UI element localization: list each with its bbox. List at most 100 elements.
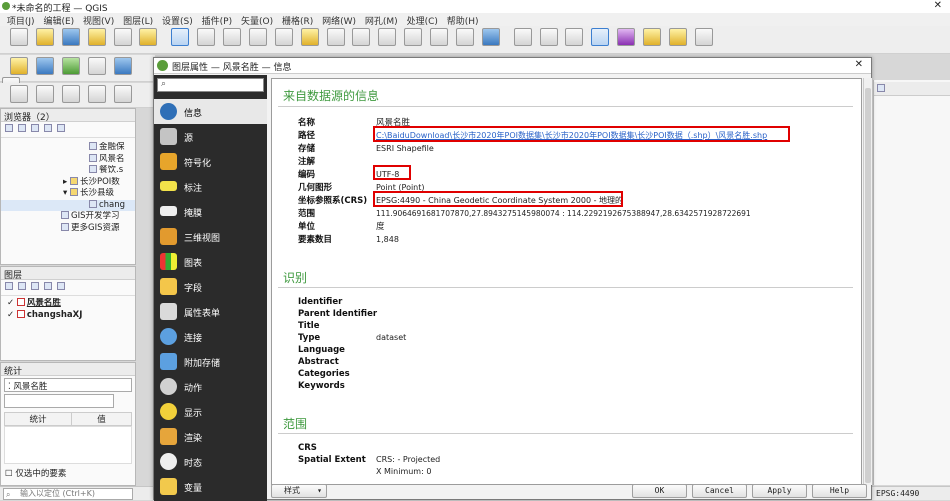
menu-settings[interactable]: 设置(S) <box>162 13 199 27</box>
add-raster-icon[interactable] <box>61 57 80 75</box>
data-source-manager-icon[interactable] <box>10 57 28 75</box>
dialog-close-button[interactable]: ✕ <box>855 59 863 70</box>
temporal-controller-icon[interactable] <box>455 28 474 46</box>
refresh-icon[interactable] <box>5 124 13 132</box>
save-project-icon[interactable] <box>61 28 80 46</box>
nav-information[interactable]: 信息 <box>154 99 267 124</box>
add-selected-layers-icon[interactable] <box>17 124 26 132</box>
measure-icon[interactable] <box>643 28 661 46</box>
add-delimited-icon[interactable] <box>87 57 106 75</box>
measure-icon[interactable] <box>877 84 885 92</box>
map-canvas[interactable] <box>873 80 950 485</box>
apply-button[interactable]: Apply <box>752 484 807 498</box>
nav-auxiliary-storage[interactable]: 附加存储 <box>154 349 267 374</box>
menu-view[interactable]: 视图(V) <box>83 13 120 27</box>
list-item[interactable]: ▸ 长沙POI数 <box>1 176 135 189</box>
open-project-icon[interactable] <box>35 28 54 46</box>
content-scrollbar[interactable] <box>863 78 872 485</box>
add-spatialite-icon[interactable] <box>113 57 132 75</box>
zoom-native-icon[interactable] <box>352 28 371 46</box>
menu-edit[interactable]: 编辑(E) <box>43 13 80 27</box>
pan-to-selection-icon[interactable] <box>197 28 216 46</box>
field-calculator-icon[interactable] <box>565 28 584 46</box>
info-icon[interactable] <box>56 124 65 132</box>
nav-display[interactable]: 显示 <box>154 399 267 424</box>
text-annotation-icon[interactable] <box>694 28 713 46</box>
layout-manager-icon[interactable] <box>139 28 158 46</box>
nav-variables[interactable]: 变量 <box>154 474 267 499</box>
zoom-in-icon[interactable] <box>223 28 241 46</box>
nav-attributes-form[interactable]: 属性表单 <box>154 299 267 324</box>
layer-item[interactable]: ✓ changshaXJ <box>7 309 135 322</box>
nav-fields[interactable]: 字段 <box>154 274 267 299</box>
processing-toolbox-icon[interactable] <box>591 28 610 46</box>
add-vector-icon[interactable] <box>35 57 54 75</box>
list-item[interactable]: chang <box>1 199 135 211</box>
menu-help[interactable]: 帮助(H) <box>447 13 485 27</box>
collapse-all-icon[interactable] <box>43 124 52 132</box>
refresh-icon[interactable] <box>481 28 500 46</box>
ok-button[interactable]: OK <box>632 484 687 498</box>
save-as-icon[interactable] <box>87 28 106 46</box>
select-features-icon[interactable] <box>10 85 28 103</box>
nav-rendering[interactable]: 渲染 <box>154 424 267 449</box>
style-icon[interactable] <box>5 282 13 290</box>
add-group-icon[interactable] <box>17 282 26 290</box>
zoom-selection-icon[interactable] <box>300 28 319 46</box>
nav-symbology[interactable]: 符号化 <box>154 149 267 174</box>
select-by-value-icon[interactable] <box>35 85 54 103</box>
sidebar-search-input[interactable]: ⌕ <box>157 78 264 92</box>
filter-icon[interactable] <box>30 124 39 132</box>
scrollbar-thumb[interactable] <box>865 88 871 483</box>
nav-actions[interactable]: 动作 <box>154 374 267 399</box>
field-select[interactable] <box>4 394 114 408</box>
layer-checkbox[interactable]: ✓ <box>7 310 14 320</box>
nav-source[interactable]: 源 <box>154 124 267 149</box>
layer-checkbox[interactable]: ✓ <box>7 298 14 308</box>
layer-select[interactable]: ⁚ 风景名胜 <box>4 378 132 392</box>
menu-vector[interactable]: 矢量(O) <box>241 13 279 27</box>
list-item[interactable]: 更多GIS资源 <box>1 222 135 235</box>
eye-icon[interactable] <box>30 282 39 290</box>
menu-mesh[interactable]: 网孔(M) <box>365 13 404 27</box>
pan-icon[interactable] <box>171 28 190 46</box>
selected-only-checkbox[interactable]: ☐ 仅选中的要素 <box>5 467 131 479</box>
menu-project[interactable]: 项目(J) <box>7 13 41 27</box>
nav-temporal[interactable]: 时态 <box>154 449 267 474</box>
zoom-layer-icon[interactable] <box>326 28 345 46</box>
identify-icon[interactable] <box>513 28 532 46</box>
expand-icon[interactable] <box>56 282 65 290</box>
help-button[interactable]: Help <box>812 484 867 498</box>
attribute-table-icon[interactable] <box>539 28 558 46</box>
select-all-icon[interactable] <box>87 85 106 103</box>
nav-diagrams[interactable]: 图表 <box>154 249 267 274</box>
nav-mask[interactable]: 掩膜 <box>154 199 267 224</box>
list-item[interactable]: 风景名 <box>1 153 135 166</box>
print-layout-icon[interactable] <box>113 28 132 46</box>
cancel-button[interactable]: Cancel <box>692 484 747 498</box>
list-item[interactable]: GIS开发学习 <box>1 211 135 223</box>
new-map-view-icon[interactable] <box>430 28 448 46</box>
nav-labels[interactable]: 标注 <box>154 174 267 199</box>
menu-processing[interactable]: 处理(C) <box>407 13 444 27</box>
zoom-last-icon[interactable] <box>378 28 397 46</box>
menu-plugins[interactable]: 插件(P) <box>202 13 238 27</box>
window-close-button[interactable]: ✕ <box>934 0 942 11</box>
nav-3d-view[interactable]: 三维视图 <box>154 224 267 249</box>
deselect-icon[interactable] <box>61 85 80 103</box>
menu-layer[interactable]: 图层(L) <box>123 13 159 27</box>
style-dropdown[interactable]: 样式 ▾ <box>271 484 327 498</box>
locator-input[interactable]: 输入以定位 (Ctrl+K) <box>3 488 133 500</box>
list-item[interactable]: 餐饮.s <box>1 165 135 177</box>
zoom-out-icon[interactable] <box>248 28 267 46</box>
list-item[interactable]: ▾ 长沙县级 <box>1 188 135 200</box>
map-tips-icon[interactable] <box>668 28 687 46</box>
zoom-full-icon[interactable] <box>274 28 293 46</box>
crs-status[interactable]: EPSG:4490 <box>876 489 919 498</box>
invert-selection-icon[interactable] <box>113 85 132 103</box>
zoom-next-icon[interactable] <box>404 28 423 46</box>
list-item[interactable]: 金融保 <box>1 142 135 154</box>
filter-icon[interactable] <box>43 282 52 290</box>
layer-item[interactable]: ✓ 风景名胜 <box>7 298 135 310</box>
new-project-icon[interactable] <box>10 28 28 46</box>
